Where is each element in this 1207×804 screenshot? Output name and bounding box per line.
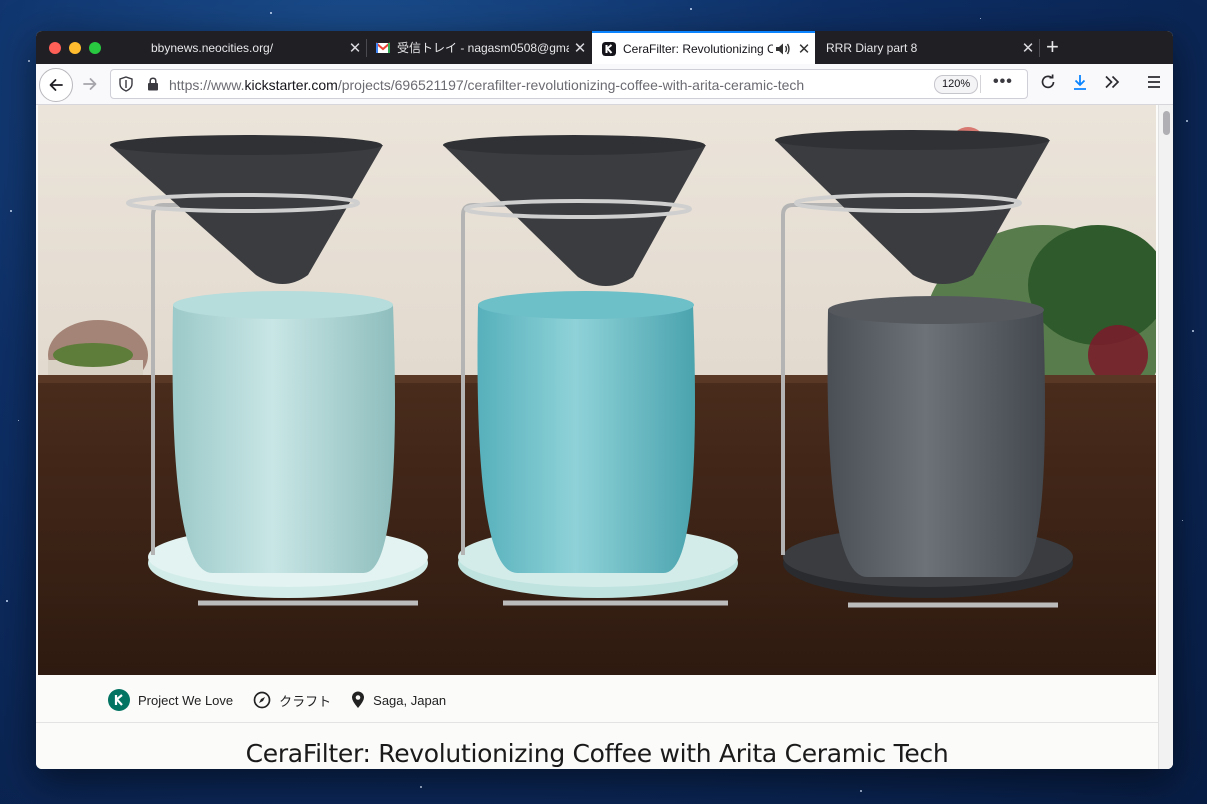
category-link[interactable]: クラフト	[253, 691, 331, 710]
scrollbar-thumb[interactable]	[1163, 111, 1170, 135]
arrow-left-icon	[49, 79, 63, 91]
address-bar[interactable]: https://www.kickstarter.com/projects/696…	[110, 69, 1028, 99]
gmail-icon	[376, 41, 390, 53]
speaker-icon[interactable]	[775, 42, 791, 56]
url-text[interactable]: https://www.kickstarter.com/projects/696…	[169, 77, 804, 93]
close-icon[interactable]: ✕	[569, 39, 591, 57]
lock-icon[interactable]	[147, 77, 159, 91]
tab-divider	[1039, 39, 1040, 57]
tab-bar: bbynews.neocities.org/ ✕ 受信トレイ - nagasm0…	[36, 31, 1173, 64]
hero-video[interactable]	[38, 105, 1156, 675]
arrow-right-icon	[83, 78, 97, 90]
page-content: Project We Love クラフト Saga, Japan CeraFil…	[36, 105, 1173, 769]
hamburger-menu-icon[interactable]	[1145, 73, 1163, 91]
tab-title: RRR Diary part 8	[826, 40, 918, 55]
back-button[interactable]	[39, 68, 73, 102]
close-icon[interactable]: ✕	[1017, 39, 1039, 57]
project-meta: Project We Love クラフト Saga, Japan	[108, 688, 466, 712]
page-actions-menu-button[interactable]: •••	[993, 73, 1013, 91]
project-title: CeraFilter: Revolutionizing Coffee with …	[245, 739, 949, 768]
overflow-chevron-icon[interactable]	[1103, 73, 1121, 91]
kickstarter-badge-icon	[108, 689, 130, 711]
zoom-level-button[interactable]: 120%	[934, 75, 979, 94]
tab-title: bbynews.neocities.org/	[151, 40, 274, 55]
location-label: Saga, Japan	[373, 692, 447, 708]
new-tab-button[interactable]: +	[1046, 35, 1059, 59]
tab-cerafilter[interactable]: CeraFilter: Revolutionizing Coffee with …	[592, 31, 815, 64]
url-host: kickstarter.com	[244, 77, 338, 93]
forward-button[interactable]	[74, 68, 106, 100]
tab-bbynews[interactable]: bbynews.neocities.org/ ✕	[141, 31, 366, 64]
nav-toolbar: https://www.kickstarter.com/projects/696…	[36, 64, 1173, 105]
close-icon[interactable]: ✕	[344, 39, 366, 57]
browser-window: bbynews.neocities.org/ ✕ 受信トレイ - nagasm0…	[36, 31, 1173, 769]
url-path: /projects/696521197/cerafilter-revolutio…	[337, 77, 805, 93]
vertical-scrollbar[interactable]	[1158, 105, 1173, 769]
shield-icon[interactable]	[119, 76, 133, 92]
download-icon[interactable]	[1071, 73, 1089, 91]
tab-title: CeraFilter: Revolutionizing Coffee with …	[623, 41, 773, 56]
close-window-button[interactable]	[49, 42, 61, 54]
minimize-window-button[interactable]	[69, 42, 81, 54]
tab-title: 受信トレイ - nagasm0508@gmail.com	[397, 41, 569, 55]
badge-label: Project We Love	[138, 692, 234, 708]
close-icon[interactable]: ✕	[793, 40, 815, 58]
location-link[interactable]: Saga, Japan	[351, 691, 446, 709]
url-prefix: https://www.	[169, 77, 245, 93]
compass-icon	[253, 691, 271, 709]
zoom-window-button[interactable]	[89, 42, 101, 54]
urlbar-divider	[980, 75, 981, 93]
reload-icon[interactable]	[1039, 73, 1057, 91]
tab-rrr-diary[interactable]: RRR Diary part 8 ✕	[816, 31, 1039, 64]
category-label: クラフト	[279, 693, 332, 709]
kickstarter-icon	[602, 41, 616, 56]
section-divider	[36, 722, 1158, 723]
tab-gmail[interactable]: 受信トレイ - nagasm0508@gmail.com ✕	[366, 31, 591, 64]
project-we-love-badge[interactable]: Project We Love	[108, 689, 233, 711]
map-pin-icon	[352, 691, 365, 708]
